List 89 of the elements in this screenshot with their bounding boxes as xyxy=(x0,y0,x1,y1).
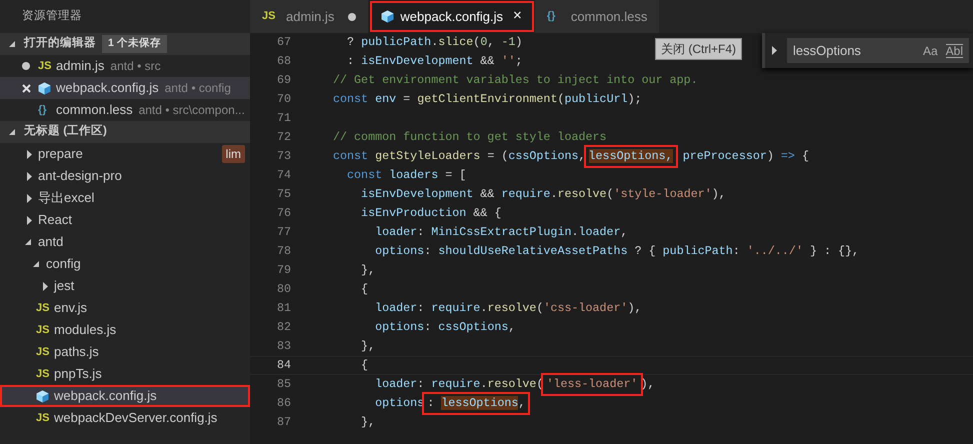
tree-item[interactable]: JS paths.js xyxy=(0,341,250,363)
code-line: }, xyxy=(360,262,376,279)
js-file-icon: JS xyxy=(36,344,54,360)
line-number: 82 xyxy=(276,319,292,336)
cube-icon xyxy=(38,82,51,94)
line-number: 70 xyxy=(276,91,292,108)
code-line: isEnvProduction && { xyxy=(360,205,502,222)
line-number: 87 xyxy=(276,414,292,431)
open-editor-item[interactable]: JS admin.js antd • src xyxy=(0,55,250,77)
unsaved-badge: 1 个未保存 xyxy=(102,35,167,53)
code-line: options: shouldUseRelativeAssetPaths ? { publicPath: '../../' } : {}, xyxy=(374,243,860,260)
code-line: // common function to get style loaders xyxy=(333,129,607,146)
panel-title: 资源管理器 xyxy=(22,8,82,24)
line-number: 81 xyxy=(276,300,292,317)
chevron-down-icon xyxy=(8,40,16,48)
line-number: 84 xyxy=(276,357,292,374)
code-line: { xyxy=(360,357,368,374)
editor-tab[interactable]: webpack.config.js × xyxy=(369,0,535,33)
line-number: 76 xyxy=(276,205,292,222)
close-icon xyxy=(22,84,31,92)
line-number: 86 xyxy=(276,395,292,412)
line-number: 69 xyxy=(276,72,292,89)
editor-tab[interactable]: {} common.less xyxy=(534,0,660,33)
code-line: options : lessOptions, xyxy=(333,394,528,413)
line-number: 74 xyxy=(276,167,292,184)
tree-item[interactable]: JS pnpTs.js xyxy=(0,363,250,385)
line-number: 79 xyxy=(276,262,292,279)
option-toggle[interactable]: Aa xyxy=(922,42,938,60)
tree-item[interactable]: 导出excel xyxy=(0,187,250,209)
code-line: // Get environment variables to inject into our app. xyxy=(333,72,698,89)
tree-item[interactable]: JS env.js xyxy=(0,297,250,319)
tree-item[interactable]: webpack.config.js xyxy=(0,385,250,407)
code-line: }, xyxy=(360,414,376,431)
unsaved-dot xyxy=(22,62,30,70)
tree-item[interactable]: prepare lim xyxy=(0,143,250,165)
code-line: isEnvDevelopment && require.resolve('style-loader'), xyxy=(360,186,726,203)
braces-icon: {} xyxy=(546,8,565,25)
section-header[interactable]: 无标题 (工作区) xyxy=(0,121,250,143)
tree-item[interactable]: jest xyxy=(0,275,250,297)
js-file-icon: JS xyxy=(36,366,54,382)
code-line: loader: MiniCssExtractPlugin.loader, xyxy=(374,224,628,241)
js-file-icon: JS xyxy=(36,410,54,426)
open-editor-item[interactable]: webpack.config.js antd • config xyxy=(0,77,250,99)
option-toggle[interactable]: Abl xyxy=(946,44,963,58)
tree-item[interactable]: JS webpackDevServer.config.js xyxy=(0,407,250,429)
line-number: 83 xyxy=(276,338,292,355)
code-line: }, xyxy=(360,338,376,355)
cube-icon xyxy=(381,10,394,23)
code-line: options: cssOptions, xyxy=(374,319,516,336)
js-file-icon: JS xyxy=(262,8,280,25)
file-path: antd • config xyxy=(164,80,231,97)
tree-item[interactable]: JS modules.js xyxy=(0,319,250,341)
chevron-down-icon xyxy=(8,128,16,136)
open-editor-item[interactable]: {} common.less antd • src\compon... xyxy=(0,99,250,121)
line-number: 75 xyxy=(276,186,292,203)
tag-label: lim xyxy=(222,145,245,163)
cube-icon xyxy=(36,390,49,402)
line-number: 72 xyxy=(276,129,292,146)
braces-icon: {} xyxy=(38,102,56,118)
file-path: antd • src xyxy=(110,58,161,75)
line-number: 68 xyxy=(276,53,292,70)
editor-tab[interactable]: JS admin.js xyxy=(250,0,370,33)
search-field[interactable]: lessOptions Aa Abl xyxy=(787,38,969,63)
code-line: const env = getClientEnvironment(publicUrl); xyxy=(333,91,642,108)
tree-item[interactable]: config xyxy=(0,253,250,275)
line-number: 73 xyxy=(276,148,292,165)
code-line: : isEnvDevelopment && ''; xyxy=(346,53,522,70)
line-number: 71 xyxy=(276,110,292,127)
js-file-icon: JS xyxy=(36,322,54,338)
file-path: antd • src\compon... xyxy=(138,102,245,119)
line-number: 80 xyxy=(276,281,292,298)
code-line: const getStyleLoaders = (cssOptions, lessOptions, preProcessor) => { xyxy=(333,147,809,166)
line-number: 85 xyxy=(276,376,292,393)
line-number: 78 xyxy=(276,243,292,260)
js-file-icon: JS xyxy=(38,58,56,74)
line-number: 77 xyxy=(276,224,292,241)
unsaved-dot xyxy=(348,12,356,20)
code-line: { xyxy=(360,281,368,298)
code-line: loader: require.resolve('css-loader'), xyxy=(374,300,642,317)
tree-item[interactable]: React xyxy=(0,209,250,231)
tree-item[interactable]: antd xyxy=(0,231,250,253)
tree-item[interactable]: ant-design-pro xyxy=(0,165,250,187)
line-number: 67 xyxy=(276,34,292,51)
code-line: const loaders = [ xyxy=(346,167,466,184)
close-button[interactable]: × xyxy=(513,5,522,28)
section-header[interactable]: 打开的编辑器 1 个未保存 xyxy=(0,33,250,55)
tooltip: 关闭 (Ctrl+F4) xyxy=(655,38,742,60)
js-file-icon: JS xyxy=(36,300,54,316)
code-line: ? publicPath.slice(0, -1) xyxy=(346,34,522,51)
